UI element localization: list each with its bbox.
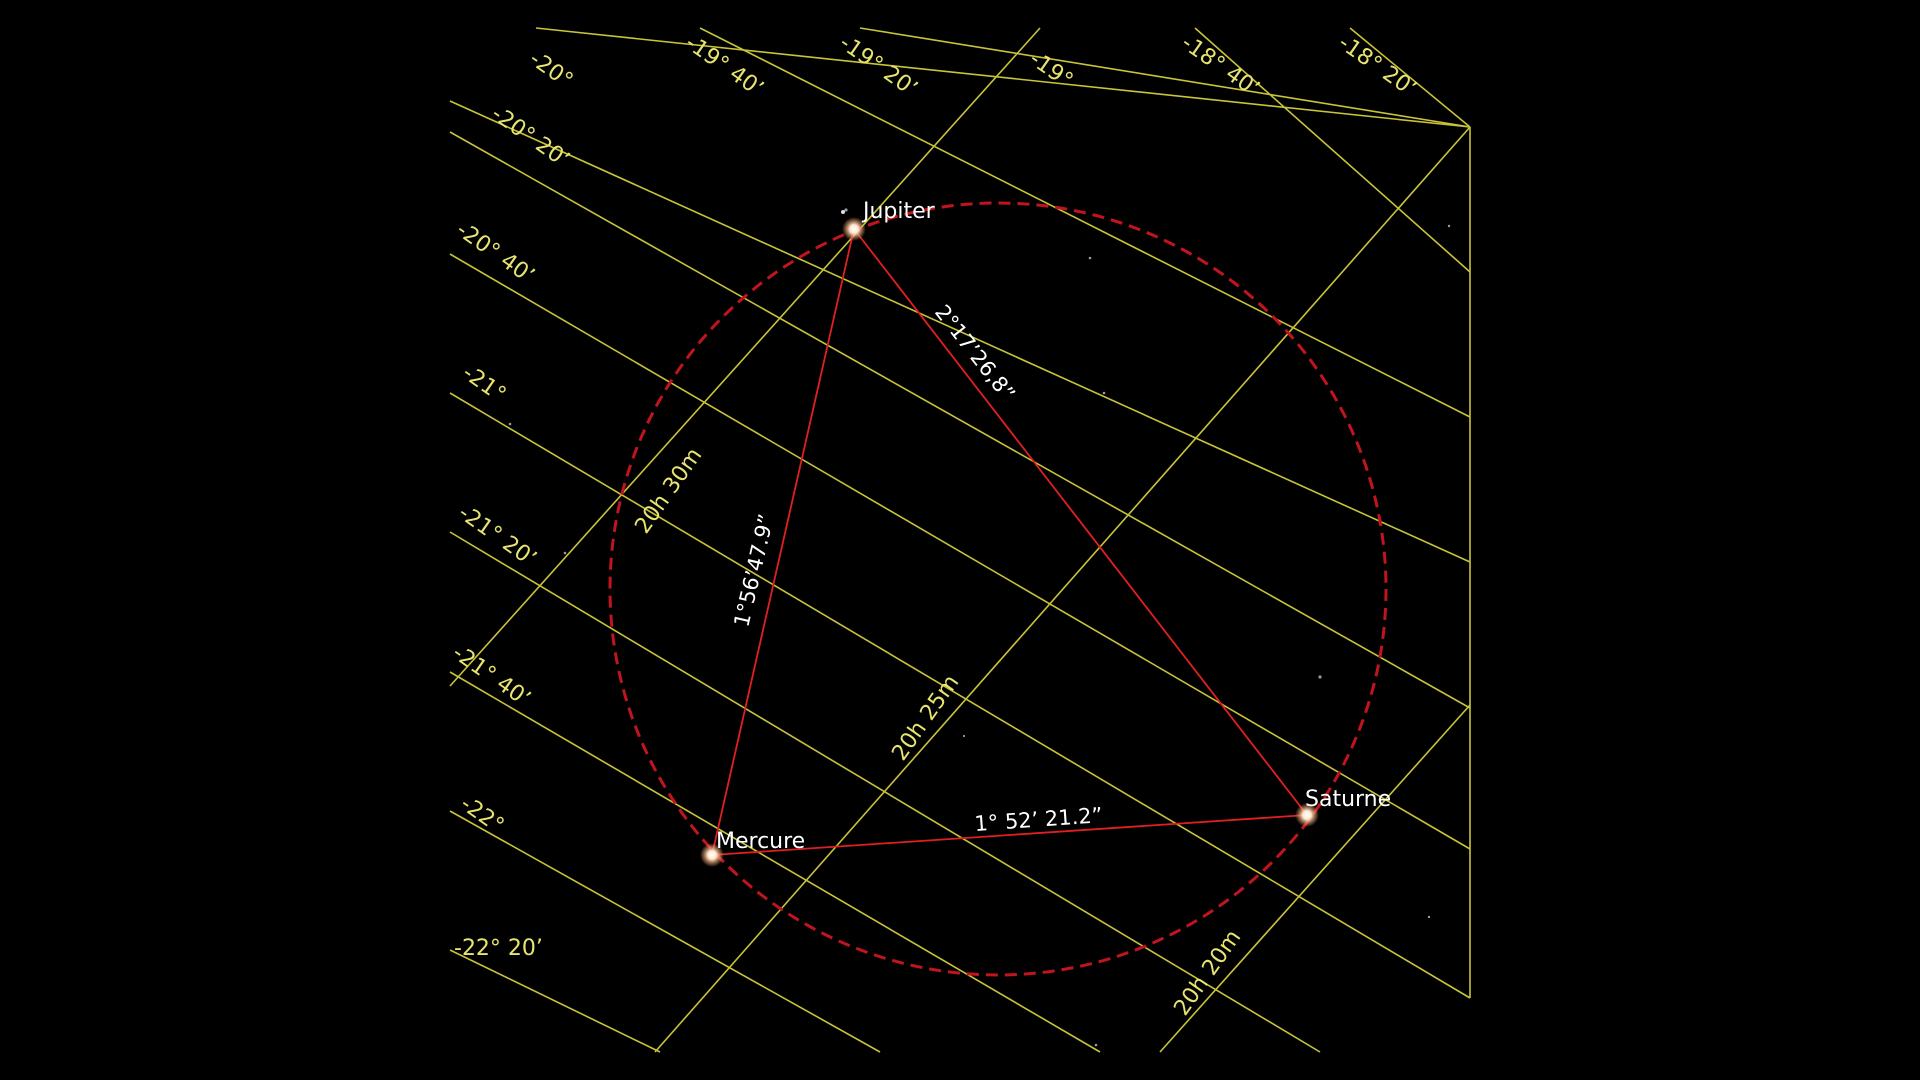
declination-line [449, 949, 661, 1053]
star [563, 551, 567, 555]
star [1088, 256, 1092, 260]
distance-jupiter-mercure: 1°56’47.9” [729, 512, 778, 629]
dec-label: -18° 20’ [1334, 30, 1421, 101]
star [1447, 224, 1451, 228]
planet-labels: Jupiter Mercure Saturne [716, 199, 1391, 854]
star [1094, 1043, 1098, 1047]
ra-label: 20h 20m [1169, 926, 1246, 1021]
distance-lines [711, 228, 1308, 856]
dec-label: -21° 20’ [454, 500, 541, 571]
dec-label: -21° [458, 360, 511, 407]
dec-label: -20° 40’ [452, 217, 539, 288]
dec-label: -20° 20’ [487, 101, 574, 172]
star [1102, 391, 1106, 395]
star [844, 208, 848, 212]
declination-line [535, 27, 1471, 128]
dec-label: -18° 40’ [1177, 30, 1264, 101]
jupiter-moon [841, 210, 845, 214]
declination-line [449, 131, 1471, 709]
coordinate-grid [449, 27, 1471, 1053]
background-stars [508, 208, 1451, 1047]
dec-label: -21° 40’ [448, 640, 535, 711]
dec-label: -22° [456, 791, 509, 838]
ra-label: 20h 25m [887, 671, 964, 766]
saturne-label: Saturne [1305, 787, 1391, 812]
dec-label: -19° 40’ [681, 30, 768, 101]
ra-line [1159, 704, 1471, 1053]
star [508, 422, 512, 426]
dec-label: -22° 20’ [454, 936, 543, 961]
ra-label: 20h 30m [630, 444, 707, 539]
star [1318, 675, 1322, 679]
star [1427, 915, 1431, 919]
star [962, 734, 966, 738]
dec-label: -19° [1025, 46, 1078, 93]
ra-line [654, 126, 1471, 1053]
dec-label: -19° 20’ [835, 30, 922, 101]
jupiter-label: Jupiter [861, 199, 936, 224]
declination-line [449, 392, 1471, 999]
sky-chart: -20° -19° 40’ -19° 20’ -19° -18° 40’ -18… [448, 27, 1471, 1053]
mercure-label: Mercure [716, 829, 805, 854]
distance-mercure-saturne: 1° 52’ 21.2” [974, 803, 1104, 836]
dec-label: -20° [525, 46, 578, 93]
planets [700, 210, 1319, 867]
